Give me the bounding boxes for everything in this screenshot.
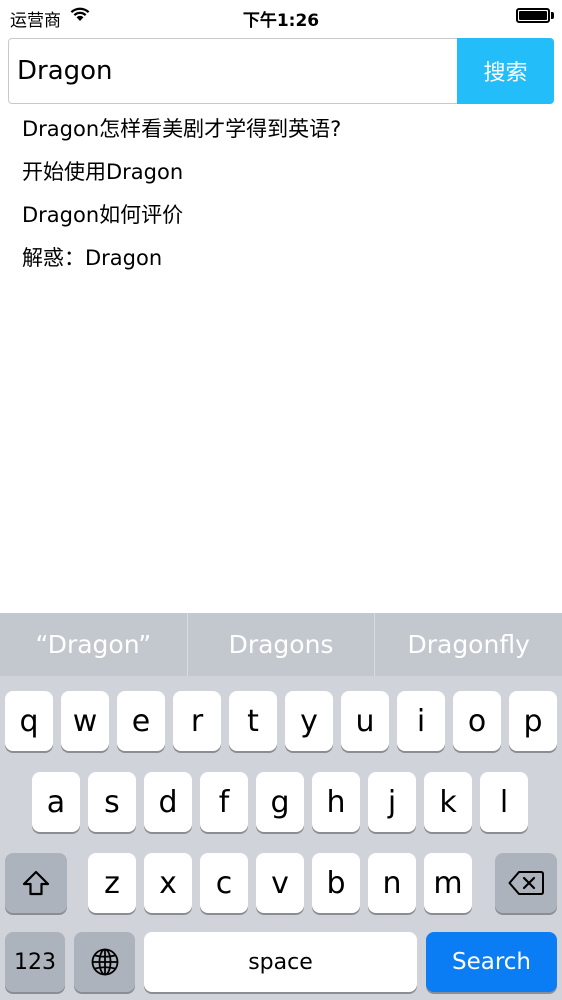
suggestion-list: Dragon怎样看美剧才学得到英语? 开始使用Dragon Dragon如何评价… [22, 112, 341, 284]
globe-key[interactable] [74, 932, 135, 992]
suggestion-item[interactable]: Dragon怎样看美剧才学得到英语? [22, 112, 341, 155]
key-a[interactable]: a [32, 772, 80, 832]
key-t[interactable]: t [229, 691, 277, 751]
key-y[interactable]: y [285, 691, 333, 751]
numbers-key[interactable]: 123 [5, 932, 65, 992]
key-m[interactable]: m [424, 853, 472, 913]
key-z[interactable]: z [88, 853, 136, 913]
key-g[interactable]: g [256, 772, 304, 832]
space-key[interactable]: space [144, 932, 417, 992]
key-e[interactable]: e [117, 691, 165, 751]
key-c[interactable]: c [200, 853, 248, 913]
key-l[interactable]: l [480, 772, 528, 832]
prediction-dragonfly[interactable]: Dragonfly [374, 613, 562, 676]
key-b[interactable]: b [312, 853, 360, 913]
suggestion-item[interactable]: Dragon如何评价 [22, 198, 341, 241]
search-input[interactable]: Dragon [8, 38, 468, 104]
key-i[interactable]: i [397, 691, 445, 751]
key-n[interactable]: n [368, 853, 416, 913]
key-r[interactable]: r [173, 691, 221, 751]
key-k[interactable]: k [424, 772, 472, 832]
battery-icon [516, 8, 550, 23]
key-v[interactable]: v [256, 853, 304, 913]
key-w[interactable]: w [61, 691, 109, 751]
search-return-key[interactable]: Search [426, 932, 557, 992]
suggestion-item[interactable]: 解惑：Dragon [22, 241, 341, 284]
key-q[interactable]: q [5, 691, 53, 751]
search-button[interactable]: 搜索 [457, 38, 554, 104]
key-x[interactable]: x [144, 853, 192, 913]
backspace-icon [508, 871, 544, 895]
globe-icon [91, 948, 118, 976]
prediction-dragons[interactable]: Dragons [186, 613, 375, 676]
delete-key[interactable] [495, 853, 557, 913]
prediction-quoted[interactable]: “Dragon” [0, 613, 187, 676]
predictive-bar: “Dragon” Dragons Dragonfly [0, 613, 562, 676]
key-f[interactable]: f [200, 772, 248, 832]
key-p[interactable]: p [509, 691, 557, 751]
clock: 下午1:26 [242, 11, 320, 31]
suggestion-item[interactable]: 开始使用Dragon [22, 155, 341, 198]
shift-icon [22, 870, 50, 896]
key-h[interactable]: h [312, 772, 360, 832]
keyboard: “Dragon” Dragons Dragonfly q w e r t y u… [0, 613, 562, 1000]
battery-tip [551, 12, 554, 19]
key-u[interactable]: u [341, 691, 389, 751]
key-j[interactable]: j [368, 772, 416, 832]
shift-key[interactable] [5, 853, 67, 913]
status-bar: 运营商 下午1:26 [0, 0, 562, 32]
key-o[interactable]: o [453, 691, 501, 751]
key-d[interactable]: d [144, 772, 192, 832]
key-s[interactable]: s [88, 772, 136, 832]
